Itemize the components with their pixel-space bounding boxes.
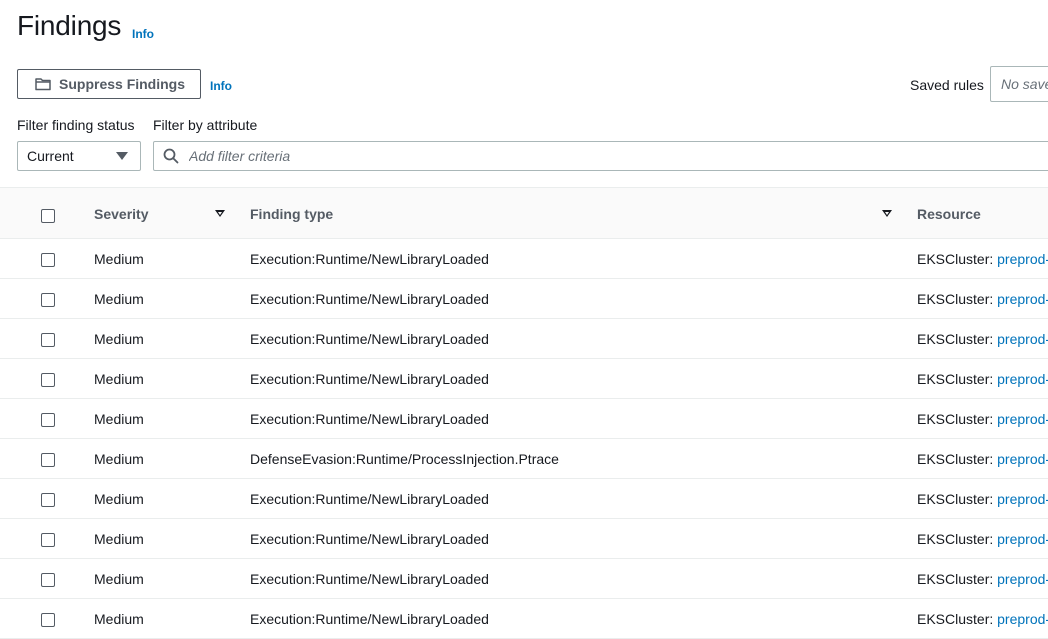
severity-cell: Medium xyxy=(94,411,144,427)
severity-cell: Medium xyxy=(94,451,144,467)
table-body: Medium Execution:Runtime/NewLibraryLoaded… xyxy=(0,239,1048,639)
table-row[interactable]: Medium DefenseEvasion:Runtime/ProcessInje… xyxy=(0,439,1048,479)
row-checkbox[interactable] xyxy=(41,373,55,387)
filter-search-input[interactable] xyxy=(187,147,891,165)
resource-cell: EKSCluster: preprod- xyxy=(917,451,1048,467)
finding-type-cell[interactable]: Execution:Runtime/NewLibraryLoaded xyxy=(250,571,489,587)
saved-rules-select[interactable]: No saved rules xyxy=(990,66,1048,102)
resource-cell: EKSCluster: preprod- xyxy=(917,291,1048,307)
resource-link[interactable]: preprod- xyxy=(997,451,1048,467)
resource-link[interactable]: preprod- xyxy=(997,251,1048,267)
search-icon xyxy=(163,148,179,164)
table-row[interactable]: Medium Execution:Runtime/NewLibraryLoaded… xyxy=(0,359,1048,399)
severity-cell: Medium xyxy=(94,611,144,627)
table-row[interactable]: Medium Execution:Runtime/NewLibraryLoaded… xyxy=(0,559,1048,599)
table-header: Severity Finding type Resource xyxy=(0,187,1048,239)
resource-type-label: EKSCluster: xyxy=(917,331,998,347)
column-header-finding-type[interactable]: Finding type xyxy=(250,206,333,222)
resource-cell: EKSCluster: preprod- xyxy=(917,491,1048,507)
resource-type-label: EKSCluster: xyxy=(917,251,998,267)
resource-cell: EKSCluster: preprod- xyxy=(917,531,1048,547)
filter-search-box[interactable] xyxy=(153,141,1048,171)
table-row[interactable]: Medium Execution:Runtime/NewLibraryLoaded… xyxy=(0,519,1048,559)
suppress-findings-button[interactable]: Suppress Findings xyxy=(17,69,201,99)
row-checkbox[interactable] xyxy=(41,333,55,347)
finding-type-cell[interactable]: Execution:Runtime/NewLibraryLoaded xyxy=(250,291,489,307)
column-header-severity[interactable]: Severity xyxy=(94,206,148,222)
severity-cell: Medium xyxy=(94,291,144,307)
saved-rules-label: Saved rules xyxy=(910,77,984,93)
finding-type-cell[interactable]: DefenseEvasion:Runtime/ProcessInjection.… xyxy=(250,451,559,467)
finding-type-cell[interactable]: Execution:Runtime/NewLibraryLoaded xyxy=(250,611,489,627)
title-info-link[interactable]: Info xyxy=(132,27,154,41)
resource-cell: EKSCluster: preprod- xyxy=(917,411,1048,427)
filter-status-label: Filter finding status xyxy=(17,117,135,133)
filter-attribute-label: Filter by attribute xyxy=(153,117,258,133)
resource-type-label: EKSCluster: xyxy=(917,491,998,507)
resource-link[interactable]: preprod- xyxy=(997,491,1048,507)
resource-link[interactable]: preprod- xyxy=(997,291,1048,307)
sort-severity-icon[interactable] xyxy=(215,210,225,217)
finding-type-cell[interactable]: Execution:Runtime/NewLibraryLoaded xyxy=(250,251,489,267)
resource-cell: EKSCluster: preprod- xyxy=(917,371,1048,387)
finding-type-cell[interactable]: Execution:Runtime/NewLibraryLoaded xyxy=(250,531,489,547)
severity-cell: Medium xyxy=(94,531,144,547)
finding-type-cell[interactable]: Execution:Runtime/NewLibraryLoaded xyxy=(250,491,489,507)
table-row[interactable]: Medium Execution:Runtime/NewLibraryLoaded… xyxy=(0,279,1048,319)
table-row[interactable]: Medium Execution:Runtime/NewLibraryLoaded… xyxy=(0,599,1048,639)
sort-finding-type-icon[interactable] xyxy=(882,210,892,217)
resource-link[interactable]: preprod- xyxy=(997,331,1048,347)
row-checkbox[interactable] xyxy=(41,493,55,507)
resource-link[interactable]: preprod- xyxy=(997,371,1048,387)
resource-link[interactable]: preprod- xyxy=(997,571,1048,587)
caret-down-icon xyxy=(116,152,128,160)
table-row[interactable]: Medium Execution:Runtime/NewLibraryLoaded… xyxy=(0,479,1048,519)
select-all-checkbox[interactable] xyxy=(41,209,55,223)
row-checkbox[interactable] xyxy=(41,253,55,267)
resource-type-label: EKSCluster: xyxy=(917,571,998,587)
folder-suppress-icon xyxy=(35,78,51,91)
row-checkbox[interactable] xyxy=(41,413,55,427)
row-checkbox[interactable] xyxy=(41,573,55,587)
table-row[interactable]: Medium Execution:Runtime/NewLibraryLoaded… xyxy=(0,239,1048,279)
suppress-findings-label: Suppress Findings xyxy=(59,76,186,92)
table-row[interactable]: Medium Execution:Runtime/NewLibraryLoaded… xyxy=(0,319,1048,359)
finding-type-cell[interactable]: Execution:Runtime/NewLibraryLoaded xyxy=(250,411,489,427)
resource-type-label: EKSCluster: xyxy=(917,371,998,387)
severity-cell: Medium xyxy=(94,371,144,387)
severity-cell: Medium xyxy=(94,251,144,267)
severity-cell: Medium xyxy=(94,571,144,587)
suppress-info-link[interactable]: Info xyxy=(210,79,232,93)
row-checkbox[interactable] xyxy=(41,613,55,627)
resource-link[interactable]: preprod- xyxy=(997,611,1048,627)
resource-type-label: EKSCluster: xyxy=(917,451,998,467)
table-row[interactable]: Medium Execution:Runtime/NewLibraryLoaded… xyxy=(0,399,1048,439)
resource-link[interactable]: preprod- xyxy=(997,531,1048,547)
severity-cell: Medium xyxy=(94,491,144,507)
column-header-resource[interactable]: Resource xyxy=(917,206,981,222)
findings-table: Severity Finding type Resource Medium Exe… xyxy=(0,187,1048,639)
resource-type-label: EKSCluster: xyxy=(917,411,998,427)
finding-status-select[interactable]: Current xyxy=(17,141,141,171)
finding-type-cell[interactable]: Execution:Runtime/NewLibraryLoaded xyxy=(250,331,489,347)
resource-cell: EKSCluster: preprod- xyxy=(917,251,1048,267)
row-checkbox[interactable] xyxy=(41,453,55,467)
finding-type-cell[interactable]: Execution:Runtime/NewLibraryLoaded xyxy=(250,371,489,387)
resource-type-label: EKSCluster: xyxy=(917,611,998,627)
resource-cell: EKSCluster: preprod- xyxy=(917,571,1048,587)
resource-cell: EKSCluster: preprod- xyxy=(917,611,1048,627)
resource-type-label: EKSCluster: xyxy=(917,531,998,547)
row-checkbox[interactable] xyxy=(41,533,55,547)
row-checkbox[interactable] xyxy=(41,293,55,307)
finding-status-value: Current xyxy=(27,148,74,164)
page-title: Findings xyxy=(17,10,122,41)
resource-link[interactable]: preprod- xyxy=(997,411,1048,427)
severity-cell: Medium xyxy=(94,331,144,347)
resource-type-label: EKSCluster: xyxy=(917,291,998,307)
resource-cell: EKSCluster: preprod- xyxy=(917,331,1048,347)
